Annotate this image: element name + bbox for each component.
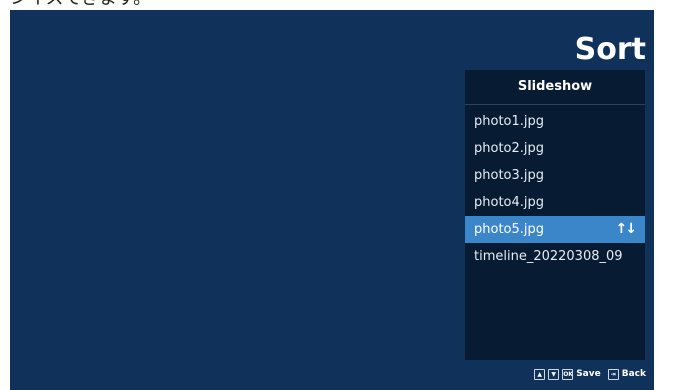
list-item-label: photo4.jpg [474,195,545,210]
back-key-icon: ⇥ [607,368,619,380]
back-hint-label: Back [621,369,646,379]
list-item-label: timeline_20220308_09 [474,249,623,264]
list-item-photo2[interactable]: photo2.jpg [465,135,645,162]
list-item-photo4[interactable]: photo4.jpg [465,189,645,216]
top-caption: ンイスてきます。 [10,0,151,10]
list-item-label: photo3.jpg [474,168,545,183]
down-key-icon: ▼ [548,368,560,380]
list-item-photo5-selected[interactable]: photo5.jpg ↑↓ [465,216,645,243]
file-list: photo1.jpg photo2.jpg photo3.jpg photo4.… [465,108,645,270]
key-hints: ▲ ▼ OK Save ⇥ Back [534,367,646,381]
tv-screen: Sort Slideshow photo1.jpg photo2.jpg pho… [10,10,654,390]
list-item-label: photo2.jpg [474,141,545,156]
list-item-label: photo1.jpg [474,114,545,129]
page-title: Sort [574,32,646,67]
list-item-label: photo5.jpg [474,222,545,237]
ok-key-icon: OK [562,368,574,380]
list-item-photo3[interactable]: photo3.jpg [465,162,645,189]
list-item-photo1[interactable]: photo1.jpg [465,108,645,135]
slideshow-panel: Slideshow photo1.jpg photo2.jpg photo3.j… [465,70,645,360]
up-key-icon: ▲ [534,368,546,380]
sort-arrows-icon: ↑↓ [615,221,638,237]
list-item-timeline[interactable]: timeline_20220308_09 [465,243,645,270]
panel-header: Slideshow [465,70,645,105]
save-hint-label: Save [576,369,601,379]
